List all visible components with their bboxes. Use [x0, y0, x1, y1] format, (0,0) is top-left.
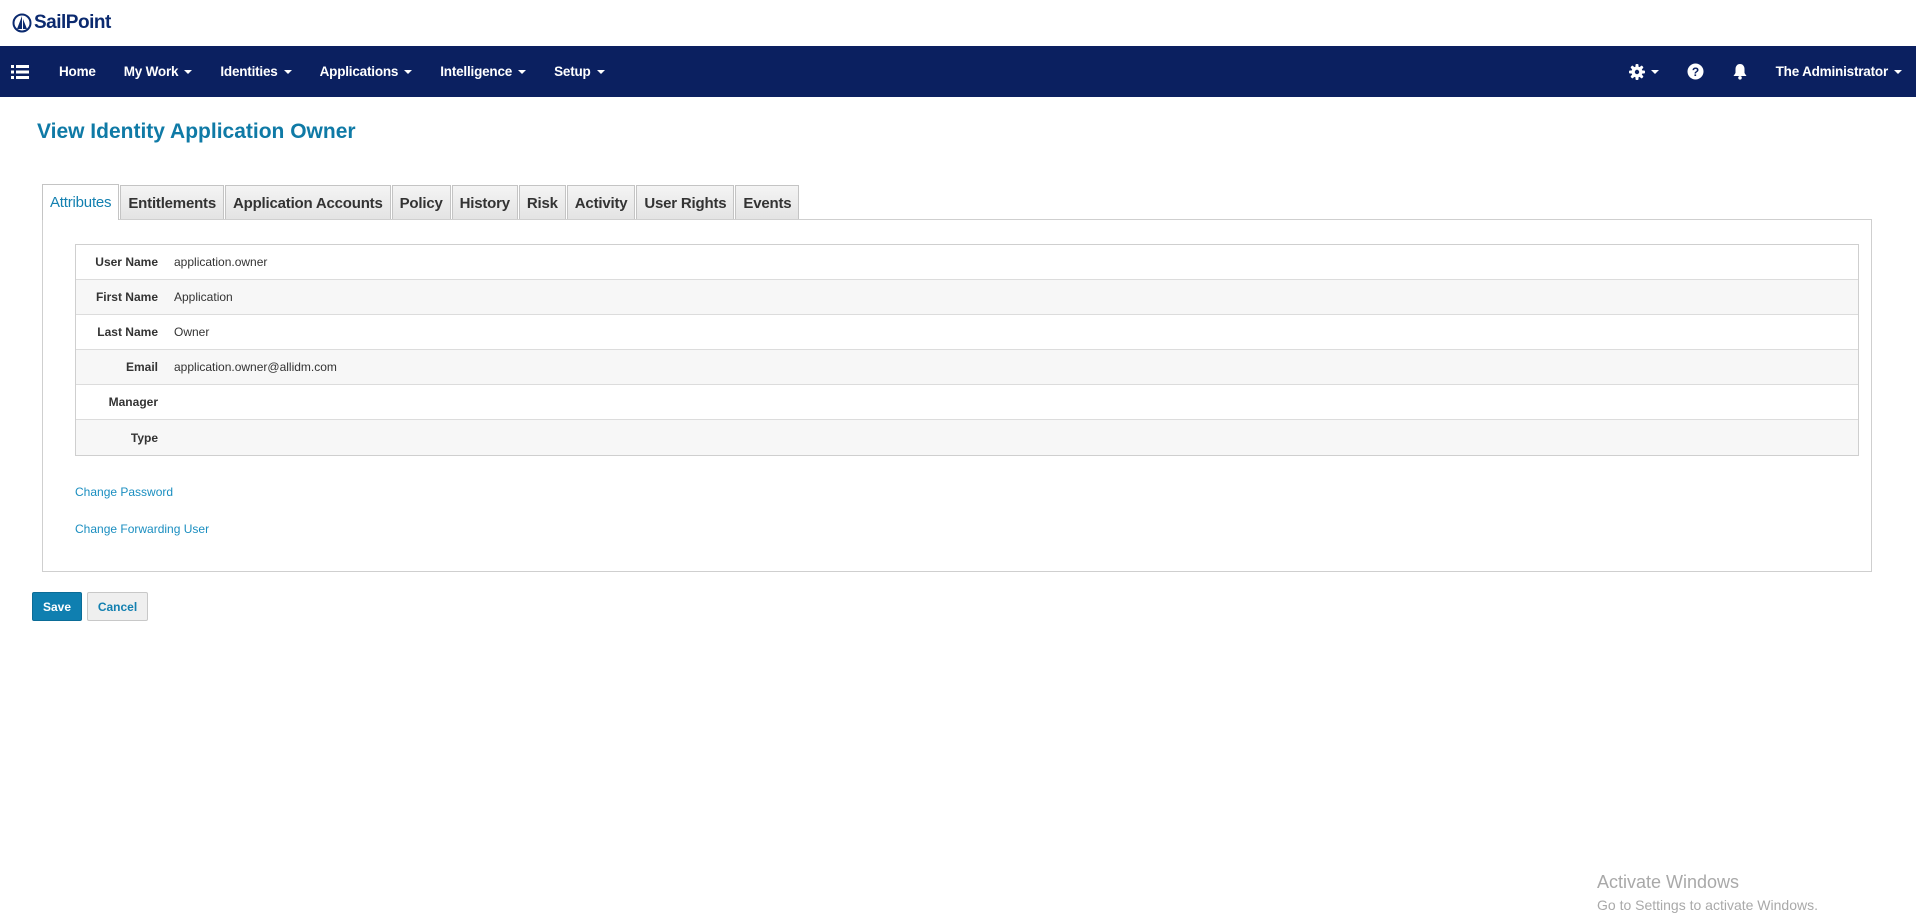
tab-history[interactable]: History: [451, 185, 518, 220]
nav-applications-label: Applications: [319, 64, 399, 79]
attr-label-manager: Manager: [108, 395, 158, 409]
nav-my-work-label: My Work: [123, 64, 179, 79]
attr-label-email: Email: [125, 360, 158, 374]
tab-user-rights[interactable]: User Rights: [636, 185, 735, 220]
gear-icon: [1628, 63, 1645, 80]
attr-value-user-name: application.owner: [174, 255, 268, 269]
menu-toggle-button[interactable]: [0, 46, 40, 97]
nav-identities-label: Identities: [220, 64, 278, 79]
attr-label-first-name: First Name: [95, 290, 158, 304]
nav-intelligence[interactable]: Intelligence: [426, 46, 540, 97]
nav-identities[interactable]: Identities: [206, 46, 305, 97]
table-row: Type: [76, 420, 1858, 455]
nav-intelligence-label: Intelligence: [440, 64, 513, 79]
tab-activity[interactable]: Activity: [566, 185, 636, 220]
tab-events[interactable]: Events: [735, 185, 800, 220]
chevron-down-icon: [1650, 69, 1659, 74]
settings-menu-button[interactable]: [1615, 46, 1673, 97]
logo-bar: SailPoint: [0, 0, 1916, 46]
svg-text:?: ?: [1691, 65, 1698, 79]
table-row: First Name Application: [76, 280, 1858, 315]
table-row: Manager: [76, 385, 1858, 420]
nav-setup[interactable]: Setup: [540, 46, 619, 97]
tab-entitlements[interactable]: Entitlements: [120, 185, 224, 220]
notifications-button[interactable]: [1718, 46, 1762, 97]
help-button[interactable]: ?: [1673, 46, 1718, 97]
chevron-down-icon: [404, 69, 413, 74]
table-row: Last Name Owner: [76, 315, 1858, 350]
attr-value-last-name: Owner: [174, 325, 210, 339]
table-row: Email application.owner@allidm.com: [76, 350, 1858, 385]
navbar-right: ? The Administrator: [1615, 46, 1916, 97]
tab-policy[interactable]: Policy: [391, 185, 451, 220]
nav-applications[interactable]: Applications: [306, 46, 427, 97]
user-menu[interactable]: The Administrator: [1762, 46, 1916, 97]
save-button[interactable]: Save: [32, 592, 82, 621]
sailpoint-logo[interactable]: SailPoint: [12, 12, 111, 34]
nav-setup-label: Setup: [554, 64, 591, 79]
sailpoint-logo-icon: [12, 13, 32, 33]
change-password-link[interactable]: Change Password: [75, 485, 173, 499]
attr-value-first-name: Application: [174, 290, 233, 304]
attr-label-type: Type: [130, 430, 158, 445]
attributes-table: User Name application.owner First Name A…: [75, 244, 1859, 456]
change-forwarding-user-link[interactable]: Change Forwarding User: [75, 522, 209, 536]
nav-my-work[interactable]: My Work: [110, 46, 207, 97]
help-icon: ?: [1687, 63, 1704, 80]
tab-application-accounts[interactable]: Application Accounts: [225, 185, 391, 220]
attributes-panel: User Name application.owner First Name A…: [42, 219, 1872, 572]
chevron-down-icon: [596, 69, 605, 74]
attr-label-last-name: Last Name: [97, 325, 158, 339]
user-name: The Administrator: [1775, 64, 1889, 79]
logo-text: SailPoint: [34, 12, 111, 33]
chevron-down-icon: [283, 69, 292, 74]
watermark-title: Activate Windows: [1597, 872, 1740, 892]
main-navbar: Home My Work Identities Applications Int…: [0, 46, 1916, 97]
attr-label-user-name: User Name: [95, 255, 158, 269]
attr-value-email: application.owner@allidm.com: [174, 360, 337, 374]
chevron-down-icon: [518, 69, 527, 74]
identity-tabs: Attributes Entitlements Application Acco…: [42, 184, 800, 220]
tab-attributes[interactable]: Attributes: [42, 184, 120, 220]
page-title: View Identity Application Owner: [37, 120, 356, 143]
watermark-subtitle: Go to Settings to activate Windows.: [1597, 897, 1818, 913]
bell-icon: [1733, 64, 1747, 80]
cancel-button[interactable]: Cancel: [87, 592, 148, 621]
windows-activation-watermark: Activate Windows Go to Settings to activ…: [1597, 872, 1818, 913]
list-icon: [11, 64, 29, 79]
nav-home-label: Home: [59, 64, 96, 79]
chevron-down-icon: [1894, 69, 1902, 74]
chevron-down-icon: [184, 69, 193, 74]
nav-home[interactable]: Home: [40, 46, 110, 97]
table-row: User Name application.owner: [76, 245, 1858, 280]
tab-risk[interactable]: Risk: [518, 185, 566, 220]
